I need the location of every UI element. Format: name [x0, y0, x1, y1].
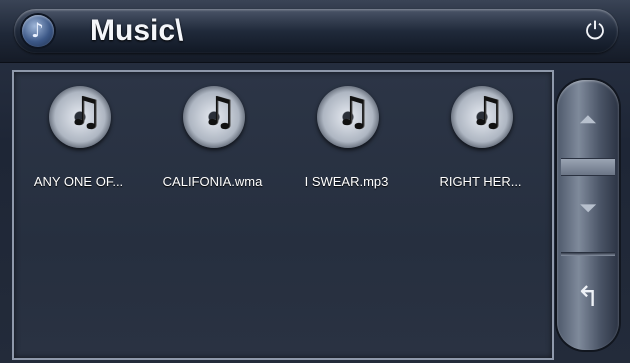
file-name: CALIFONIA.wma — [162, 174, 263, 189]
music-file-icon: ♫ — [451, 86, 513, 148]
file-item[interactable]: ♫ I SWEAR.mp3 — [284, 78, 409, 198]
scroll-thumb[interactable] — [561, 158, 615, 176]
file-item[interactable]: ♫ CALIFONIA.wma — [150, 78, 275, 198]
music-file-icon: ♫ — [317, 86, 379, 148]
music-note-icon: ♪ — [31, 18, 44, 42]
file-item[interactable]: ♫ RIGHT HER... — [418, 78, 543, 198]
file-name: RIGHT HER... — [439, 174, 522, 189]
scroll-up-button[interactable]: ⏶ — [563, 108, 613, 133]
home-button[interactable]: ♪ — [22, 15, 54, 47]
down-arrow-icon: ⏷ — [579, 196, 597, 221]
file-list-panel: ♫ ANY ONE OF... ♫ CALIFONIA.wma ♫ I SWEA… — [12, 70, 554, 360]
title-bar-inner: ♪ Music\ ⏻ — [14, 9, 618, 53]
page-title: Music\ — [90, 14, 184, 47]
file-item[interactable]: ♫ ANY ONE OF... — [16, 78, 141, 198]
side-control-bar: ⏶ ⏷ ↰ — [557, 80, 619, 350]
music-file-icon: ♫ — [49, 86, 111, 148]
power-button[interactable]: ⏻ — [580, 16, 610, 46]
scroll-down-button[interactable]: ⏷ — [563, 196, 613, 221]
file-name: I SWEAR.mp3 — [304, 174, 389, 189]
file-name: ANY ONE OF... — [33, 174, 124, 189]
up-arrow-icon: ⏶ — [579, 108, 597, 133]
title-bar: ♪ Music\ ⏻ — [0, 0, 630, 63]
back-arrow-icon: ↰ — [576, 280, 600, 313]
power-icon: ⏻ — [585, 17, 605, 45]
music-file-icon: ♫ — [183, 86, 245, 148]
divider — [561, 252, 615, 256]
back-button[interactable]: ↰ — [563, 280, 613, 313]
